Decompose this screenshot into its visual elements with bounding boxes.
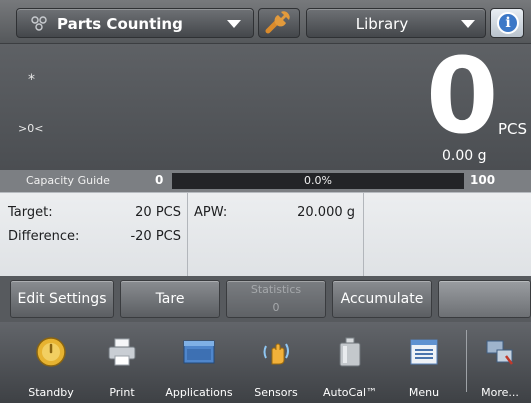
capacity-track: 0.0% bbox=[172, 173, 464, 189]
sensors-button[interactable]: Sensors bbox=[244, 322, 308, 403]
capacity-max: 100 bbox=[470, 173, 496, 187]
primary-count-value: 0 bbox=[426, 35, 499, 157]
more-button[interactable]: More... bbox=[470, 322, 530, 403]
secondary-weight: 0.00 g bbox=[442, 148, 487, 164]
applications-label: Applications bbox=[165, 386, 233, 399]
autocal-button[interactable]: AutoCal™ bbox=[312, 322, 388, 403]
more-label: More... bbox=[481, 386, 519, 399]
standby-button[interactable]: Standby bbox=[16, 322, 86, 403]
center-of-zero-indicator: >0< bbox=[18, 122, 44, 135]
capacity-guide-label: Capacity Guide bbox=[26, 174, 110, 187]
target-label: Target: bbox=[8, 205, 53, 220]
wrench-icon bbox=[265, 11, 290, 34]
library-dropdown[interactable]: Library bbox=[306, 8, 486, 38]
target-value: 20 PCS bbox=[135, 205, 181, 220]
library-label: Library bbox=[355, 15, 409, 33]
autocal-label: AutoCal™ bbox=[322, 386, 378, 399]
sensor-hand-icon bbox=[263, 343, 289, 365]
statistics-button[interactable]: Statistics 0 bbox=[226, 280, 326, 318]
apw-cell: APW: 20.000 g bbox=[188, 193, 364, 277]
chevron-down-icon bbox=[461, 20, 475, 28]
menu-button[interactable]: Menu bbox=[390, 322, 458, 403]
printer-icon bbox=[108, 338, 136, 366]
info-icon: i bbox=[497, 12, 519, 34]
difference-label: Difference: bbox=[8, 229, 80, 244]
info-button[interactable]: i bbox=[490, 8, 524, 38]
reference-info-panel: Target: 20 PCS Difference: -20 PCS APW: … bbox=[0, 192, 531, 277]
softkey-row: Edit Settings Tare Statistics 0 Accumula… bbox=[0, 276, 531, 322]
applications-icon bbox=[183, 340, 215, 364]
blank-softkey bbox=[438, 280, 531, 318]
stable-indicator: * bbox=[28, 72, 35, 88]
menu-label: Menu bbox=[408, 386, 440, 399]
tare-button[interactable]: Tare bbox=[120, 280, 220, 318]
applications-button[interactable]: Applications bbox=[154, 322, 244, 403]
capacity-percent: 0.0% bbox=[304, 174, 332, 187]
sensors-label: Sensors bbox=[254, 386, 298, 399]
application-label: Parts Counting bbox=[57, 15, 183, 33]
chevron-down-icon bbox=[227, 20, 241, 28]
calibration-weight-icon bbox=[339, 337, 361, 367]
edit-settings-button[interactable]: Edit Settings bbox=[10, 280, 114, 318]
difference-value: -20 PCS bbox=[130, 229, 181, 244]
capacity-guide: Capacity Guide 0 0.0% 100 bbox=[0, 170, 531, 192]
standby-icon bbox=[36, 337, 66, 367]
more-tools-icon bbox=[486, 340, 513, 365]
weight-display: * >0< 0 PCS 0.00 g bbox=[0, 36, 531, 170]
print-label: Print bbox=[109, 386, 135, 399]
wrench-button[interactable] bbox=[258, 8, 300, 38]
bottom-navigation: Standby Print Applications Sensors AutoC… bbox=[0, 322, 531, 403]
menu-list-icon bbox=[410, 339, 438, 365]
empty-info-cell bbox=[364, 193, 531, 277]
apw-value: 20.000 g bbox=[297, 205, 355, 220]
nav-divider bbox=[466, 330, 467, 392]
target-cell: Target: 20 PCS Difference: -20 PCS bbox=[0, 193, 188, 277]
count-unit: PCS bbox=[498, 120, 528, 138]
apw-label: APW: bbox=[194, 205, 228, 220]
accumulate-button[interactable]: Accumulate bbox=[332, 280, 432, 318]
standby-label: Standby bbox=[28, 386, 74, 399]
balance-screen: Parts Counting Library i * >0< 0 PCS 0.0… bbox=[0, 0, 531, 403]
parts-counting-icon bbox=[31, 16, 47, 31]
print-button[interactable]: Print bbox=[90, 322, 154, 403]
statistics-value: 0 bbox=[272, 301, 280, 314]
capacity-min: 0 bbox=[155, 173, 164, 187]
application-dropdown[interactable]: Parts Counting bbox=[16, 8, 254, 38]
